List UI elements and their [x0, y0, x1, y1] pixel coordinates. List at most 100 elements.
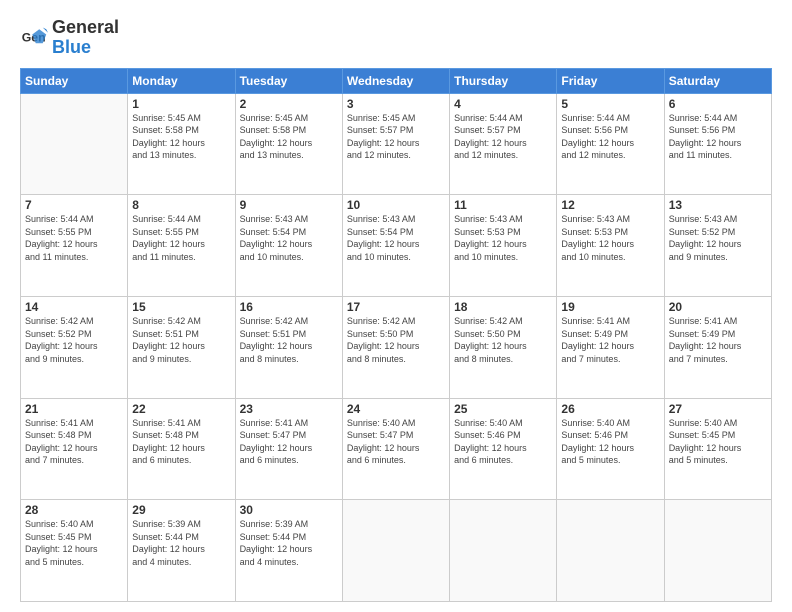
day-number: 29 [132, 503, 230, 517]
calendar-cell: 15Sunrise: 5:42 AM Sunset: 5:51 PM Dayli… [128, 296, 235, 398]
calendar-cell: 22Sunrise: 5:41 AM Sunset: 5:48 PM Dayli… [128, 398, 235, 500]
day-info: Sunrise: 5:42 AM Sunset: 5:51 PM Dayligh… [240, 315, 338, 365]
calendar-cell: 7Sunrise: 5:44 AM Sunset: 5:55 PM Daylig… [21, 195, 128, 297]
calendar-cell: 26Sunrise: 5:40 AM Sunset: 5:46 PM Dayli… [557, 398, 664, 500]
day-number: 13 [669, 198, 767, 212]
col-header-thursday: Thursday [450, 68, 557, 93]
calendar-cell: 18Sunrise: 5:42 AM Sunset: 5:50 PM Dayli… [450, 296, 557, 398]
day-number: 17 [347, 300, 445, 314]
day-info: Sunrise: 5:42 AM Sunset: 5:52 PM Dayligh… [25, 315, 123, 365]
day-number: 25 [454, 402, 552, 416]
calendar-cell: 11Sunrise: 5:43 AM Sunset: 5:53 PM Dayli… [450, 195, 557, 297]
day-info: Sunrise: 5:43 AM Sunset: 5:53 PM Dayligh… [454, 213, 552, 263]
calendar-cell [664, 500, 771, 602]
day-number: 3 [347, 97, 445, 111]
calendar-cell: 17Sunrise: 5:42 AM Sunset: 5:50 PM Dayli… [342, 296, 449, 398]
day-number: 26 [561, 402, 659, 416]
calendar-week-row: 1Sunrise: 5:45 AM Sunset: 5:58 PM Daylig… [21, 93, 772, 195]
day-number: 28 [25, 503, 123, 517]
day-info: Sunrise: 5:40 AM Sunset: 5:46 PM Dayligh… [561, 417, 659, 467]
day-info: Sunrise: 5:39 AM Sunset: 5:44 PM Dayligh… [132, 518, 230, 568]
day-number: 22 [132, 402, 230, 416]
day-info: Sunrise: 5:42 AM Sunset: 5:50 PM Dayligh… [454, 315, 552, 365]
day-info: Sunrise: 5:44 AM Sunset: 5:55 PM Dayligh… [132, 213, 230, 263]
day-number: 7 [25, 198, 123, 212]
day-number: 4 [454, 97, 552, 111]
logo-text: General Blue [52, 18, 119, 58]
day-info: Sunrise: 5:40 AM Sunset: 5:45 PM Dayligh… [25, 518, 123, 568]
calendar-cell: 21Sunrise: 5:41 AM Sunset: 5:48 PM Dayli… [21, 398, 128, 500]
day-info: Sunrise: 5:43 AM Sunset: 5:54 PM Dayligh… [347, 213, 445, 263]
calendar-cell: 12Sunrise: 5:43 AM Sunset: 5:53 PM Dayli… [557, 195, 664, 297]
calendar-cell: 16Sunrise: 5:42 AM Sunset: 5:51 PM Dayli… [235, 296, 342, 398]
logo: Gen General Blue [20, 18, 119, 58]
day-number: 5 [561, 97, 659, 111]
day-info: Sunrise: 5:41 AM Sunset: 5:49 PM Dayligh… [561, 315, 659, 365]
calendar-cell: 20Sunrise: 5:41 AM Sunset: 5:49 PM Dayli… [664, 296, 771, 398]
day-info: Sunrise: 5:45 AM Sunset: 5:58 PM Dayligh… [240, 112, 338, 162]
header: Gen General Blue [20, 18, 772, 58]
logo-blue: Blue [52, 37, 91, 57]
logo-icon: Gen [20, 24, 48, 52]
col-header-wednesday: Wednesday [342, 68, 449, 93]
day-number: 16 [240, 300, 338, 314]
calendar-cell: 3Sunrise: 5:45 AM Sunset: 5:57 PM Daylig… [342, 93, 449, 195]
calendar-cell [450, 500, 557, 602]
day-number: 15 [132, 300, 230, 314]
calendar-week-row: 21Sunrise: 5:41 AM Sunset: 5:48 PM Dayli… [21, 398, 772, 500]
calendar-cell: 24Sunrise: 5:40 AM Sunset: 5:47 PM Dayli… [342, 398, 449, 500]
day-info: Sunrise: 5:45 AM Sunset: 5:57 PM Dayligh… [347, 112, 445, 162]
day-info: Sunrise: 5:40 AM Sunset: 5:47 PM Dayligh… [347, 417, 445, 467]
day-number: 12 [561, 198, 659, 212]
calendar-week-row: 14Sunrise: 5:42 AM Sunset: 5:52 PM Dayli… [21, 296, 772, 398]
day-info: Sunrise: 5:43 AM Sunset: 5:53 PM Dayligh… [561, 213, 659, 263]
day-info: Sunrise: 5:43 AM Sunset: 5:54 PM Dayligh… [240, 213, 338, 263]
day-info: Sunrise: 5:41 AM Sunset: 5:48 PM Dayligh… [25, 417, 123, 467]
col-header-tuesday: Tuesday [235, 68, 342, 93]
day-number: 10 [347, 198, 445, 212]
day-number: 1 [132, 97, 230, 111]
calendar-cell: 9Sunrise: 5:43 AM Sunset: 5:54 PM Daylig… [235, 195, 342, 297]
calendar-cell: 29Sunrise: 5:39 AM Sunset: 5:44 PM Dayli… [128, 500, 235, 602]
day-info: Sunrise: 5:40 AM Sunset: 5:46 PM Dayligh… [454, 417, 552, 467]
day-number: 14 [25, 300, 123, 314]
day-number: 20 [669, 300, 767, 314]
day-number: 6 [669, 97, 767, 111]
col-header-sunday: Sunday [21, 68, 128, 93]
calendar-cell: 6Sunrise: 5:44 AM Sunset: 5:56 PM Daylig… [664, 93, 771, 195]
day-info: Sunrise: 5:44 AM Sunset: 5:56 PM Dayligh… [561, 112, 659, 162]
col-header-monday: Monday [128, 68, 235, 93]
day-number: 21 [25, 402, 123, 416]
day-info: Sunrise: 5:40 AM Sunset: 5:45 PM Dayligh… [669, 417, 767, 467]
calendar-cell: 8Sunrise: 5:44 AM Sunset: 5:55 PM Daylig… [128, 195, 235, 297]
day-number: 23 [240, 402, 338, 416]
calendar-header-row: SundayMondayTuesdayWednesdayThursdayFrid… [21, 68, 772, 93]
day-info: Sunrise: 5:41 AM Sunset: 5:49 PM Dayligh… [669, 315, 767, 365]
calendar-cell [557, 500, 664, 602]
day-number: 30 [240, 503, 338, 517]
day-info: Sunrise: 5:39 AM Sunset: 5:44 PM Dayligh… [240, 518, 338, 568]
calendar-cell: 27Sunrise: 5:40 AM Sunset: 5:45 PM Dayli… [664, 398, 771, 500]
day-number: 9 [240, 198, 338, 212]
calendar-week-row: 28Sunrise: 5:40 AM Sunset: 5:45 PM Dayli… [21, 500, 772, 602]
day-info: Sunrise: 5:41 AM Sunset: 5:47 PM Dayligh… [240, 417, 338, 467]
day-number: 19 [561, 300, 659, 314]
day-info: Sunrise: 5:42 AM Sunset: 5:50 PM Dayligh… [347, 315, 445, 365]
calendar-cell: 19Sunrise: 5:41 AM Sunset: 5:49 PM Dayli… [557, 296, 664, 398]
calendar-cell: 13Sunrise: 5:43 AM Sunset: 5:52 PM Dayli… [664, 195, 771, 297]
calendar-cell: 14Sunrise: 5:42 AM Sunset: 5:52 PM Dayli… [21, 296, 128, 398]
day-info: Sunrise: 5:42 AM Sunset: 5:51 PM Dayligh… [132, 315, 230, 365]
day-number: 2 [240, 97, 338, 111]
day-info: Sunrise: 5:45 AM Sunset: 5:58 PM Dayligh… [132, 112, 230, 162]
day-number: 27 [669, 402, 767, 416]
calendar-cell [342, 500, 449, 602]
col-header-friday: Friday [557, 68, 664, 93]
calendar-cell: 1Sunrise: 5:45 AM Sunset: 5:58 PM Daylig… [128, 93, 235, 195]
day-number: 24 [347, 402, 445, 416]
calendar-cell: 30Sunrise: 5:39 AM Sunset: 5:44 PM Dayli… [235, 500, 342, 602]
day-number: 11 [454, 198, 552, 212]
calendar-week-row: 7 Sunrise: 5:44 AM Sunset: 5:55 PM Daylig… [21, 195, 772, 297]
page: Gen General Blue SundayMondayTuesdayWedn… [0, 0, 792, 612]
calendar-cell [21, 93, 128, 195]
calendar-cell: 10Sunrise: 5:43 AM Sunset: 5:54 PM Dayli… [342, 195, 449, 297]
